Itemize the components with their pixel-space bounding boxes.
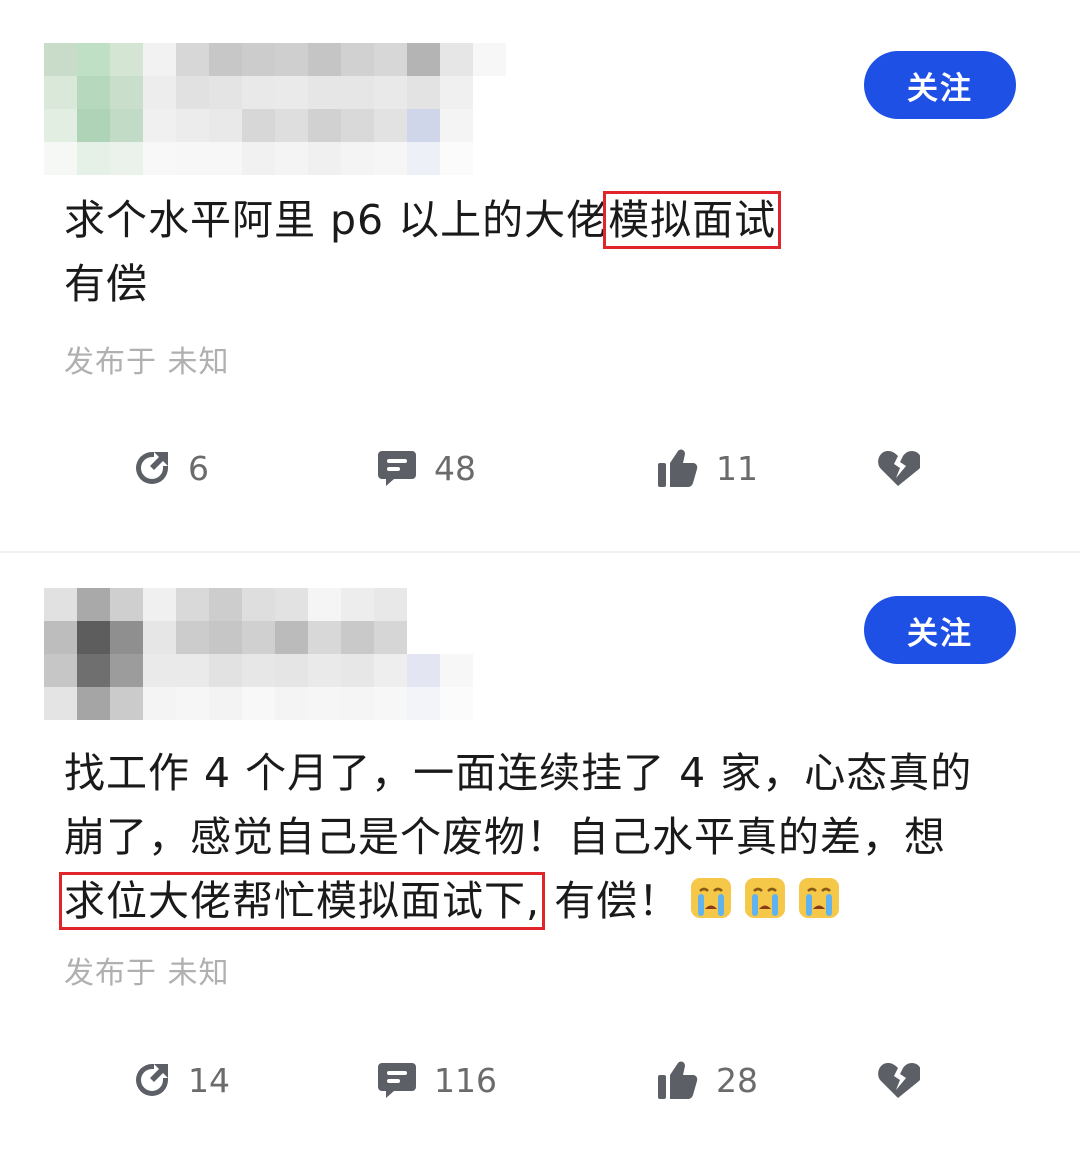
- action-bar: 14 116 28: [0, 1050, 1080, 1110]
- like-button[interactable]: 11: [656, 438, 758, 498]
- share-arrow-icon: [132, 448, 172, 488]
- comment-bubble-icon: [376, 447, 418, 489]
- crying-face-emoji: [742, 875, 788, 921]
- crying-face-emoji: [796, 875, 842, 921]
- publish-info: 发布于 未知: [64, 956, 230, 991]
- comment-count: 116: [434, 1060, 497, 1100]
- author-info-blurred: [44, 588, 506, 720]
- post-text-line: 求位大佬帮忙模拟面试下, 有偿！: [58, 869, 1024, 933]
- broken-heart-icon: [876, 1060, 920, 1100]
- like-count: 11: [716, 448, 758, 488]
- post-card: 关注 找工作 4 个月了，一面连续挂了 4 家，心态真的 崩了，感觉自己是个废物…: [0, 552, 1080, 1166]
- follow-button[interactable]: 关注: [864, 596, 1016, 664]
- highlighted-phrase: 模拟面试: [603, 191, 782, 249]
- share-arrow-icon: [132, 1060, 172, 1100]
- post-content[interactable]: 找工作 4 个月了，一面连续挂了 4 家，心态真的 崩了，感觉自己是个废物！自己…: [58, 741, 1024, 933]
- post-text-line: 找工作 4 个月了，一面连续挂了 4 家，心态真的: [64, 749, 973, 797]
- thumbs-up-icon: [656, 1059, 700, 1101]
- post-text-line: 有偿: [64, 260, 148, 308]
- comment-button[interactable]: 48: [376, 438, 476, 498]
- post-content[interactable]: 求个水平阿里 p6 以上的大佬模拟面试 有偿: [64, 188, 864, 316]
- like-count: 28: [716, 1060, 758, 1100]
- dislike-button[interactable]: [876, 1050, 920, 1110]
- comment-count: 48: [434, 448, 476, 488]
- author-info-blurred: [44, 43, 506, 175]
- crying-face-emoji: [688, 875, 734, 921]
- broken-heart-icon: [876, 448, 920, 488]
- post-text-line: 求个水平阿里 p6 以上的大佬模拟面试: [64, 188, 864, 252]
- follow-button[interactable]: 关注: [864, 51, 1016, 119]
- post-card: 关注 求个水平阿里 p6 以上的大佬模拟面试 有偿 发布于 未知 6 48 11: [0, 0, 1080, 552]
- comment-bubble-icon: [376, 1059, 418, 1101]
- like-button[interactable]: 28: [656, 1050, 758, 1110]
- post-text-line: 崩了，感觉自己是个废物！自己水平真的差，想: [64, 813, 946, 861]
- post-text-segment: 求个水平阿里 p6 以上的大佬: [64, 196, 609, 244]
- highlighted-phrase: 求位大佬帮忙模拟面试下,: [58, 872, 546, 930]
- dislike-button[interactable]: [876, 438, 920, 498]
- share-button[interactable]: 6: [132, 438, 209, 498]
- comment-button[interactable]: 116: [376, 1050, 497, 1110]
- publish-info: 发布于 未知: [64, 345, 230, 380]
- share-count: 14: [188, 1060, 230, 1100]
- action-bar: 6 48 11: [0, 438, 1080, 498]
- share-count: 6: [188, 448, 209, 488]
- post-text-segment: 有偿！: [540, 877, 681, 925]
- share-button[interactable]: 14: [132, 1050, 230, 1110]
- thumbs-up-icon: [656, 447, 700, 489]
